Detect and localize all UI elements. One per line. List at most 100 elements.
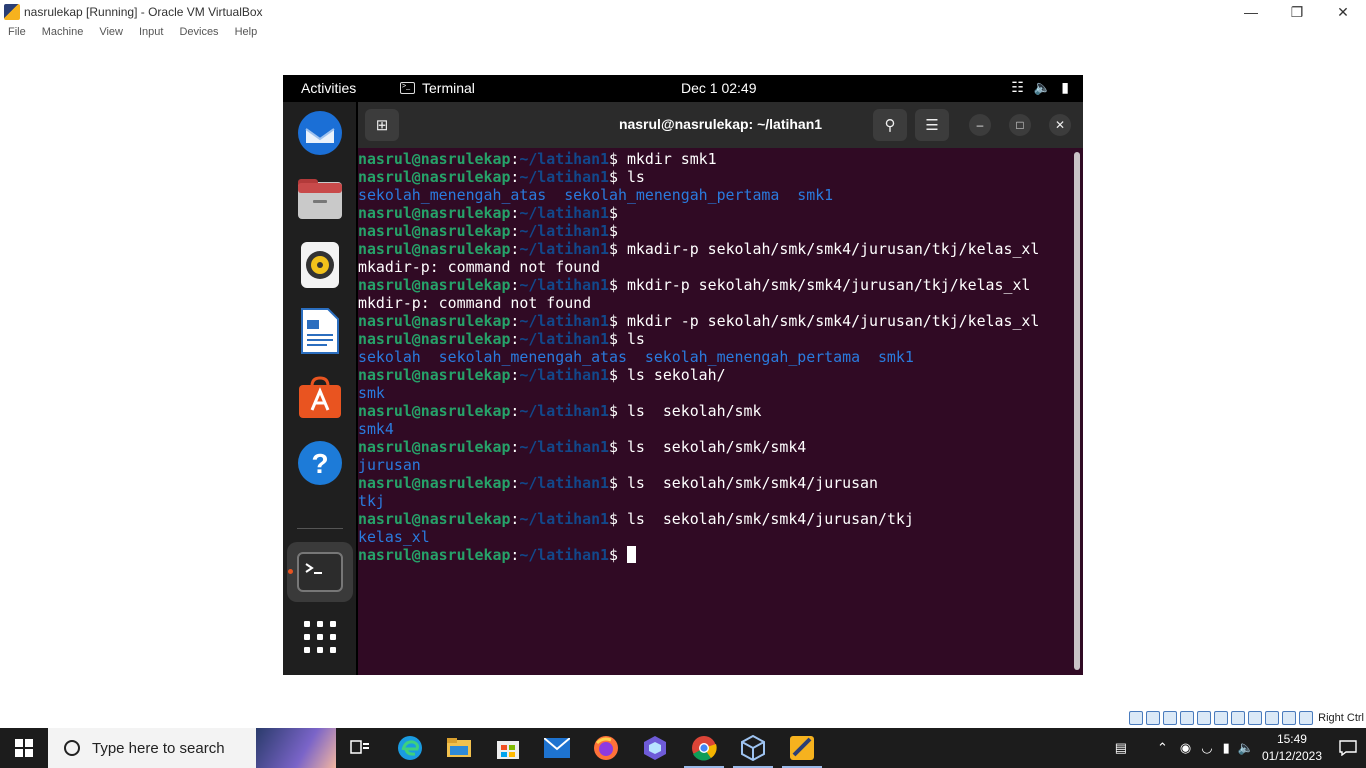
firefox-icon[interactable] bbox=[582, 728, 630, 768]
terminal-line: nasrul@nasrulekap:~/latihan1$ mkdir-p se… bbox=[358, 276, 1070, 294]
optical-drive-icon[interactable] bbox=[1146, 711, 1161, 725]
prompt-user: nasrul@nasrulekap bbox=[358, 402, 511, 420]
menu-help[interactable]: Help bbox=[235, 24, 258, 44]
command-text: ls bbox=[618, 168, 645, 186]
language-icon[interactable]: ▤ bbox=[1115, 740, 1127, 756]
menu-button[interactable]: ☰ bbox=[915, 109, 949, 141]
microsoft-store-icon[interactable] bbox=[484, 728, 532, 768]
menu-devices[interactable]: Devices bbox=[179, 24, 218, 44]
minimize-button[interactable]: – bbox=[969, 114, 991, 136]
menu-file[interactable]: File bbox=[8, 24, 26, 44]
activities-button[interactable]: Activities bbox=[301, 80, 356, 96]
recording-icon[interactable] bbox=[1248, 711, 1263, 725]
menu-view[interactable]: View bbox=[99, 24, 123, 44]
app-center-icon[interactable] bbox=[295, 372, 345, 422]
files-icon[interactable] bbox=[295, 174, 345, 224]
app-menu[interactable]: >_ Terminal bbox=[400, 80, 475, 96]
thunderbird-icon[interactable] bbox=[295, 108, 345, 158]
network-adapter-icon[interactable] bbox=[1180, 711, 1195, 725]
virtualbox-manager-icon[interactable] bbox=[729, 728, 777, 768]
prompt-dollar: $ bbox=[609, 474, 618, 492]
terminal-line: nasrul@nasrulekap:~/latihan1$ bbox=[358, 204, 1070, 222]
shared-folders-icon[interactable] bbox=[1214, 711, 1229, 725]
taskbar: Type here to search ▤ ⌃ ◉ ◡ ▮ 🔈 15:49 01… bbox=[0, 728, 1366, 768]
terminal-line: smk bbox=[358, 384, 1070, 402]
maximize-button[interactable]: □ bbox=[1009, 114, 1031, 136]
keyboard-capture-icon[interactable] bbox=[1299, 711, 1314, 725]
prompt-path: ~/latihan1 bbox=[519, 402, 610, 420]
terminal-output[interactable]: nasrul@nasrulekap:~/latihan1$ mkdir smk1… bbox=[358, 150, 1070, 675]
audio-icon[interactable] bbox=[1163, 711, 1178, 725]
directory-listing: smk4 bbox=[358, 420, 394, 438]
prompt-path: ~/latihan1 bbox=[519, 276, 610, 294]
vtx-icon[interactable] bbox=[1265, 711, 1280, 725]
command-text: ls sekolah/smk bbox=[618, 402, 762, 420]
hard-disk-icon[interactable] bbox=[1129, 711, 1144, 725]
start-button[interactable] bbox=[0, 728, 48, 768]
libreoffice-writer-icon[interactable] bbox=[295, 306, 345, 356]
hamburger-icon: ☰ bbox=[925, 117, 939, 134]
close-icon[interactable]: ✕ bbox=[1320, 0, 1366, 24]
mail-icon[interactable] bbox=[533, 728, 581, 768]
command-text: mkdir smk1 bbox=[618, 150, 717, 168]
menu-machine[interactable]: Machine bbox=[42, 24, 84, 44]
terminal-line: nasrul@nasrulekap:~/latihan1$ ls sekolah… bbox=[358, 402, 1070, 420]
virtualbox-vm-icon[interactable] bbox=[778, 728, 826, 768]
notification-icon[interactable] bbox=[1330, 728, 1366, 768]
taskbar-time: 15:49 bbox=[1276, 732, 1307, 746]
restore-icon[interactable]: ❐ bbox=[1274, 0, 1320, 24]
terminal-dock-icon[interactable] bbox=[287, 542, 353, 602]
prompt-user: nasrul@nasrulekap bbox=[358, 204, 511, 222]
meet-now-icon[interactable]: ◉ bbox=[1180, 740, 1191, 756]
terminal-line: nasrul@nasrulekap:~/latihan1$ ls bbox=[358, 168, 1070, 186]
prompt-dollar: $ bbox=[609, 168, 618, 186]
terminal-line: nasrul@nasrulekap:~/latihan1$ bbox=[358, 546, 1070, 564]
clock[interactable]: Dec 1 02:49 bbox=[681, 80, 757, 96]
close-button[interactable]: ✕ bbox=[1049, 114, 1071, 136]
edge-icon[interactable] bbox=[386, 728, 434, 768]
battery-tray-icon[interactable]: ▮ bbox=[1223, 740, 1230, 756]
dock-separator bbox=[297, 528, 343, 529]
task-view-icon[interactable] bbox=[336, 728, 384, 768]
speaker-icon[interactable]: 🔈 bbox=[1238, 740, 1254, 756]
terminal-header-bar[interactable]: ⊞ nasrul@nasrulekap: ~/latihan1 ⚲ ☰ – □ … bbox=[358, 102, 1083, 148]
windows-icon bbox=[15, 739, 33, 757]
terminal-scrollbar[interactable] bbox=[1074, 152, 1080, 670]
display-icon[interactable] bbox=[1231, 711, 1246, 725]
show-apps-icon[interactable] bbox=[295, 612, 345, 662]
file-explorer-icon[interactable] bbox=[435, 728, 483, 768]
directory-listing: tkj bbox=[358, 492, 385, 510]
chrome-icon[interactable] bbox=[680, 728, 728, 768]
command-text: mkadir-p sekolah/smk/smk4/jurusan/tkj/ke… bbox=[618, 240, 1040, 258]
help-icon[interactable]: ? bbox=[295, 438, 345, 488]
minimize-icon[interactable]: — bbox=[1228, 0, 1274, 24]
mouse-integration-icon[interactable] bbox=[1282, 711, 1297, 725]
prompt-dollar: $ bbox=[609, 222, 618, 240]
prompt-user: nasrul@nasrulekap bbox=[358, 474, 511, 492]
prompt-dollar: $ bbox=[609, 438, 618, 456]
virtualbox-app-icon bbox=[4, 4, 20, 20]
prompt-dollar: $ bbox=[609, 204, 618, 222]
terminal-window[interactable]: ⊞ nasrul@nasrulekap: ~/latihan1 ⚲ ☰ – □ … bbox=[358, 102, 1083, 675]
terminal-line: nasrul@nasrulekap:~/latihan1$ mkdir -p s… bbox=[358, 312, 1070, 330]
prompt-path: ~/latihan1 bbox=[519, 438, 610, 456]
copilot-icon[interactable] bbox=[631, 728, 679, 768]
menu-input[interactable]: Input bbox=[139, 24, 163, 44]
taskbar-clock[interactable]: 15:49 01/12/2023 bbox=[1262, 731, 1322, 765]
prompt-user: nasrul@nasrulekap bbox=[358, 240, 511, 258]
prompt-dollar: $ bbox=[609, 402, 618, 420]
taskbar-search[interactable]: Type here to search bbox=[48, 728, 336, 768]
system-tray[interactable]: ☷ 🔈 ▮ bbox=[1011, 79, 1069, 96]
chevron-up-icon[interactable]: ⌃ bbox=[1157, 740, 1168, 756]
guest-screen[interactable]: Activities >_ Terminal Dec 1 02:49 ☷ 🔈 ▮ bbox=[283, 75, 1083, 675]
wifi-icon[interactable]: ◡ bbox=[1201, 740, 1212, 756]
usb-icon[interactable] bbox=[1197, 711, 1212, 725]
terminal-line: mkdir-p: command not found bbox=[358, 294, 1070, 312]
host-menu-bar: File Machine View Input Devices Help bbox=[0, 24, 265, 44]
prompt-path: ~/latihan1 bbox=[519, 240, 610, 258]
command-output: mkadir-p: command not found bbox=[358, 258, 601, 276]
prompt-user: nasrul@nasrulekap bbox=[358, 330, 511, 348]
prompt-path: ~/latihan1 bbox=[519, 366, 610, 384]
search-button[interactable]: ⚲ bbox=[873, 109, 907, 141]
rhythmbox-icon[interactable] bbox=[295, 240, 345, 290]
